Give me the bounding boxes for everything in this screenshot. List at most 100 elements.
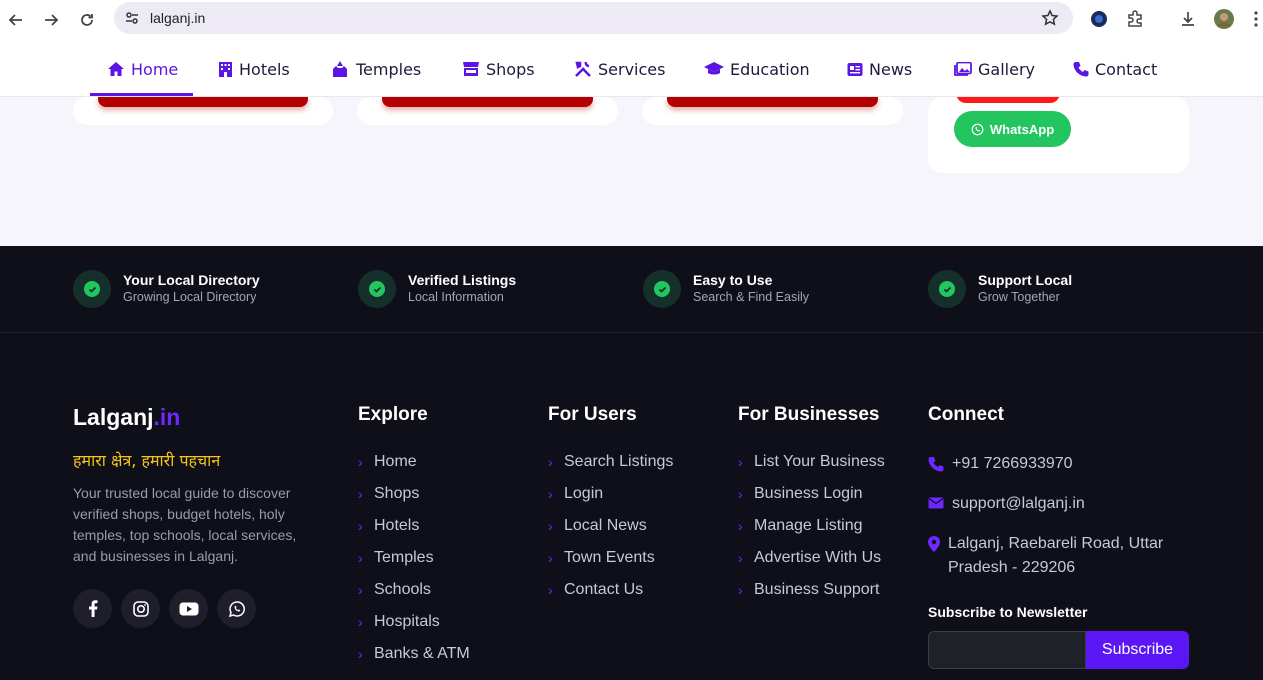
nav-contact[interactable]: Contact (1073, 57, 1157, 81)
footer-link[interactable]: › Banks & ATM (358, 638, 470, 670)
forward-arrow-icon[interactable] (38, 7, 64, 33)
explore-links: › Home › Shops › Hotels › Temples › Schools ›… (358, 452, 470, 676)
footer-link[interactable]: › Temples (358, 542, 470, 574)
footer-link[interactable]: › Hospitals (358, 606, 470, 638)
reload-icon[interactable] (74, 7, 100, 33)
nav-home[interactable]: Home (107, 57, 178, 81)
nav-label: Contact (1095, 59, 1158, 79)
browser-menu-icon[interactable] (1245, 8, 1263, 30)
users-links: › Search Listings › Login › Local News › Tow… (548, 452, 673, 612)
chevron-right-icon: › (738, 518, 743, 534)
footer-link[interactable]: › Login (548, 478, 673, 510)
nav-gallery[interactable]: Gallery (954, 57, 1035, 81)
footer-link[interactable]: › Town Events (548, 542, 673, 574)
listing-card (73, 97, 333, 125)
card-button[interactable] (98, 97, 308, 107)
nav-temples[interactable]: Temples (330, 57, 421, 81)
chevron-right-icon: › (358, 486, 363, 502)
nav-news[interactable]: News (847, 57, 912, 81)
contact-phone[interactable]: +91 7266933970 (928, 452, 1073, 476)
whatsapp-button[interactable]: WhatsApp (954, 111, 1071, 147)
nav-label: Gallery (978, 59, 1035, 79)
phone-number: +91 7266933970 (952, 455, 1073, 472)
link-label: List Your Business (754, 453, 885, 470)
nav-services[interactable]: Services (574, 57, 665, 81)
footer-link[interactable]: › List Your Business (738, 446, 885, 478)
footer-link[interactable]: › Business Support (738, 574, 885, 606)
check-circle-icon (73, 270, 111, 308)
about-text: Your trusted local guide to discover ver… (73, 485, 297, 564)
extensions-puzzle-icon[interactable] (1124, 8, 1146, 30)
explore-heading: Explore (358, 404, 428, 425)
link-label: Hospitals (374, 613, 440, 630)
whatsapp-icon (971, 123, 984, 135)
card-button[interactable] (667, 97, 878, 107)
nav-label: Hotels (239, 59, 290, 79)
footer-link[interactable]: › Shops (358, 478, 470, 510)
connect-heading: Connect (928, 404, 1004, 425)
footer-link[interactable]: › Local News (548, 510, 673, 542)
link-label: Shops (374, 485, 420, 502)
address-line: Lalganj, Raebareli Road, Uttar (948, 535, 1164, 552)
shop-icon (463, 62, 479, 76)
nav-hotels[interactable]: Hotels (218, 57, 290, 81)
users-heading: For Users (548, 404, 637, 425)
chevron-right-icon: › (738, 550, 743, 566)
link-label: Contact Us (564, 581, 644, 598)
link-label: Schools (374, 581, 431, 598)
features-strip: Your Local Directory Growing Local Direc… (0, 246, 1263, 333)
check-circle-icon (358, 270, 396, 308)
whatsapp-social-button[interactable] (217, 589, 256, 628)
subscribe-button[interactable]: Subscribe (1086, 631, 1189, 669)
url-text[interactable]: lalganj.in (150, 10, 205, 26)
nav-shops[interactable]: Shops (462, 57, 535, 81)
link-label: Advertise With Us (754, 549, 882, 566)
graduation-cap-icon (704, 62, 724, 75)
browser-toolbar: lalganj.in (0, 0, 1263, 42)
feature-subtitle: Grow Together (978, 290, 1060, 304)
contact-email[interactable]: support@lalganj.in (928, 492, 1085, 516)
facebook-button[interactable] (73, 589, 112, 628)
link-label: Town Events (564, 549, 655, 566)
feature-title: Verified Listings (408, 272, 517, 288)
link-label: Temples (374, 549, 434, 566)
instagram-button[interactable] (121, 589, 160, 628)
active-tab-indicator (90, 93, 193, 96)
brand-name: Lalganj (73, 404, 154, 430)
footer-brand-logo[interactable]: Lalganj.in (73, 404, 180, 431)
footer-link[interactable]: › Advertise With Us (738, 542, 885, 574)
check-circle-icon (643, 270, 681, 308)
bookmark-star-icon[interactable] (1041, 9, 1059, 27)
link-label: Hotels (374, 517, 420, 534)
address-bar[interactable]: lalganj.in (114, 2, 1073, 34)
footer-link[interactable]: › Manage Listing (738, 510, 885, 542)
download-icon[interactable] (1177, 8, 1199, 30)
newsletter-email-input[interactable] (928, 631, 1086, 669)
chevron-right-icon: › (358, 518, 363, 534)
nav-education[interactable]: Education (704, 57, 810, 81)
nav-label: Temples (356, 59, 422, 79)
footer-link[interactable]: › Search Listings (548, 446, 673, 478)
link-label: Home (374, 453, 417, 470)
feature-title: Your Local Directory (123, 272, 260, 288)
youtube-icon (179, 602, 198, 615)
youtube-button[interactable] (169, 589, 208, 628)
footer-link[interactable]: › Hotels (358, 510, 470, 542)
footer-link[interactable]: › Contact Us (548, 574, 673, 606)
chevron-right-icon: › (548, 454, 553, 470)
footer-link[interactable]: › Home (358, 446, 470, 478)
link-label: Business Support (754, 581, 880, 598)
back-arrow-icon[interactable] (3, 7, 29, 33)
chevron-right-icon: › (738, 454, 743, 470)
footer-link[interactable]: › Schools (358, 574, 470, 606)
site-settings-icon[interactable] (122, 8, 142, 28)
images-icon (954, 61, 972, 76)
link-label: Local News (564, 517, 647, 534)
feature-title: Support Local (978, 272, 1073, 288)
footer-link[interactable]: › Business Login (738, 478, 885, 510)
card-button[interactable] (382, 97, 593, 107)
listing-card (357, 97, 618, 125)
profile-avatar[interactable] (1213, 8, 1235, 30)
businesses-links: › List Your Business › Business Login › Man… (738, 452, 885, 612)
extension-icon[interactable] (1088, 8, 1110, 30)
